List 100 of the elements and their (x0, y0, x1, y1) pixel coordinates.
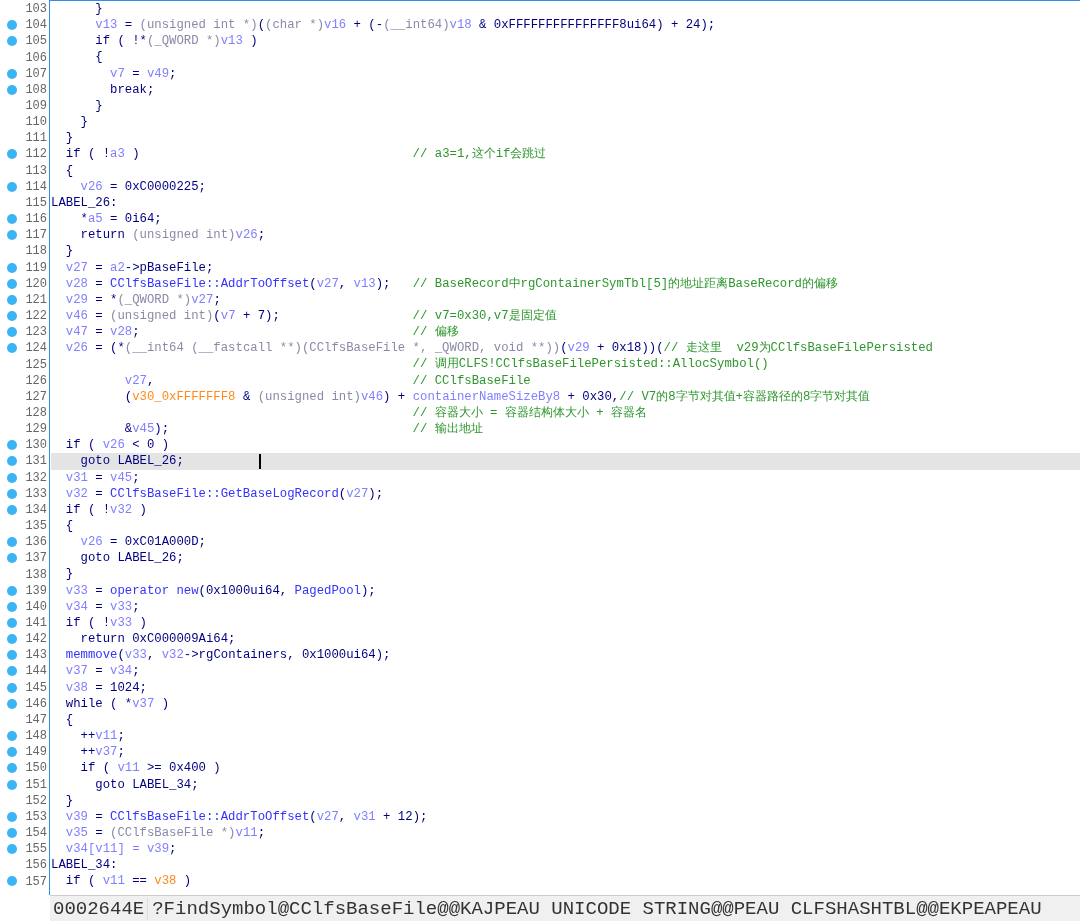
code-line[interactable]: v26 = (*(__int64 (__fastcall **)(CClfsBaseFile *, _QWORD, void **))(v29 + 0x18))(// 走这里 v29为CClfsBaseFilePersisted (51, 340, 1080, 357)
breakpoint-dot[interactable] (7, 440, 17, 451)
code-line[interactable]: return (unsigned int)v26; (51, 227, 1080, 244)
breakpoint-dot[interactable] (7, 763, 17, 774)
breakpoint-dot[interactable] (7, 504, 17, 515)
breakpoint-dot[interactable] (7, 230, 17, 241)
code-line[interactable]: &v45); // 输出地址 (51, 421, 1080, 438)
code-line[interactable]: v47 = v28; // 偏移 (51, 324, 1080, 341)
code-line[interactable]: { (51, 49, 1080, 66)
code-line[interactable]: v46 = (unsigned int)(v7 + 7); // v7=0x30,v7是固定值 (51, 307, 1080, 325)
code-line[interactable]: LABEL_26: (51, 194, 1080, 212)
breakpoint-dot[interactable] (7, 472, 17, 483)
line-number: 104 (25, 17, 47, 34)
code-line[interactable]: break; (51, 81, 1080, 98)
breakpoint-dot[interactable] (7, 779, 17, 790)
breakpoint-dot[interactable] (7, 149, 17, 160)
code-line[interactable]: (v30_0xFFFFFFF8 & (unsigned int)v46) + containerNameSizeBy8 + 0x30,// V7的8字节对其值+容器路径的8字节对其值 (51, 388, 1080, 405)
breakpoint-dot[interactable] (7, 68, 17, 79)
breakpoint-dot[interactable] (7, 310, 17, 321)
breakpoint-dot[interactable] (7, 634, 17, 645)
code-line[interactable]: if ( v26 < 0 ) (51, 437, 1080, 454)
breakpoint-dot[interactable] (7, 617, 17, 628)
code-line[interactable]: v34 = v33; (51, 598, 1080, 615)
code-line[interactable]: } (51, 566, 1080, 583)
breakpoint-dot[interactable] (7, 811, 17, 822)
code-line[interactable]: goto LABEL_34; (51, 776, 1080, 793)
code-line[interactable]: v7 = v49; (51, 65, 1080, 82)
line-number: 122 (25, 308, 47, 325)
code-line[interactable]: v28 = CClfsBaseFile::AddrToOffset(v27, v13); // BaseRecord中rgContainerSymTbl[5]的地址距离BaseRecord的偏移 (51, 275, 1080, 292)
line-number: 138 (25, 566, 47, 583)
code-line[interactable]: if ( v11 >= 0x400 ) (51, 760, 1080, 777)
code-line[interactable]: memmove(v33, v32->rgContainers, 0x1000ui64); (51, 647, 1080, 664)
breakpoint-dot[interactable] (7, 731, 17, 742)
code-line[interactable]: { (51, 711, 1080, 729)
breakpoint-dot[interactable] (7, 181, 17, 192)
code-line[interactable]: goto LABEL_26; (51, 550, 1080, 567)
code-line[interactable]: *a5 = 0i64; (51, 211, 1080, 228)
code-line[interactable]: v26 = 0xC0000225; (51, 178, 1080, 195)
breakpoint-dot[interactable] (7, 666, 17, 677)
code-line[interactable]: v27 = a2->pBaseFile; (51, 259, 1080, 276)
breakpoint-dot[interactable] (7, 456, 17, 467)
line-number: 135 (25, 518, 47, 535)
breakpoint-dot[interactable] (7, 876, 17, 887)
breakpoint-dot[interactable] (7, 20, 17, 31)
breakpoint-dot[interactable] (7, 343, 17, 354)
line-number: 154 (25, 825, 47, 842)
breakpoint-dot[interactable] (7, 747, 17, 758)
breakpoint-dot[interactable] (7, 214, 17, 225)
line-number: 121 (25, 291, 47, 308)
breakpoint-dot[interactable] (7, 601, 17, 612)
code-line[interactable]: v29 = *(_QWORD *)v27; (51, 291, 1080, 308)
code-line[interactable]: ++v37; (51, 744, 1080, 761)
code-line[interactable]: } (51, 130, 1080, 147)
code-line[interactable]: if ( !a3 ) // a3=1,这个if会跳过 (51, 146, 1080, 163)
code-line[interactable]: if ( !v32 ) (51, 501, 1080, 518)
breakpoint-dot[interactable] (7, 844, 17, 855)
code-line[interactable]: LABEL_34: (51, 857, 1080, 874)
code-line[interactable]: v31 = v45; (51, 469, 1080, 486)
code-line[interactable]: } (51, 792, 1080, 809)
breakpoint-dot[interactable] (7, 682, 17, 693)
code-line[interactable]: } (51, 1, 1080, 18)
code-line[interactable]: } (51, 114, 1080, 131)
breakpoint-dot[interactable] (7, 294, 17, 305)
code-line[interactable]: v13 = (unsigned int *)((char *)v16 + (-(__int64)v18 & 0xFFFFFFFFFFFFFFF8ui64) + 24); (51, 17, 1080, 34)
code-line[interactable]: v39 = CClfsBaseFile::AddrToOffset(v27, v31 + 12); (51, 808, 1080, 825)
line-number: 128 (25, 405, 47, 421)
code-line[interactable]: v35 = (CClfsBaseFile *)v11; (51, 824, 1080, 842)
line-number: 139 (25, 582, 47, 599)
breakpoint-dot[interactable] (7, 327, 17, 338)
code-line[interactable]: while ( *v37 ) (51, 695, 1080, 712)
code-line[interactable]: v26 = 0xC01A000D; (51, 534, 1080, 551)
code-line[interactable]: { (51, 518, 1080, 535)
breakpoint-dot[interactable] (7, 585, 17, 596)
code-line[interactable]: { (51, 162, 1080, 179)
code-line[interactable]: // 容器大小 = 容器结构体大小 + 容器名 (51, 404, 1080, 422)
breakpoint-dot[interactable] (7, 36, 17, 47)
breakpoint-dot[interactable] (7, 84, 17, 95)
code-line[interactable]: if ( !v33 ) (51, 614, 1080, 632)
code-line[interactable]: } (51, 97, 1080, 115)
code-line[interactable]: v27, // CClfsBaseFile (51, 372, 1080, 389)
breakpoint-dot[interactable] (7, 553, 17, 564)
code-line[interactable]: ++v11; (51, 728, 1080, 745)
breakpoint-dot[interactable] (7, 537, 17, 548)
code-line[interactable]: v32 = CClfsBaseFile::GetBaseLogRecord(v27); (51, 485, 1080, 502)
line-number: 155 (25, 841, 47, 858)
breakpoint-dot[interactable] (7, 488, 17, 499)
code-line[interactable]: v37 = v34; (51, 663, 1080, 680)
code-line[interactable]: // 调用CLFS!CClfsBaseFilePersisted::AllocSymbol() (51, 356, 1080, 373)
breakpoint-dot[interactable] (7, 698, 17, 709)
code-line[interactable]: } (51, 243, 1080, 260)
breakpoint-dot[interactable] (7, 650, 17, 661)
code-line[interactable]: return 0xC000009Ai64; (51, 631, 1080, 648)
code-line[interactable]: v34[v11] = v39; (51, 841, 1080, 858)
code-line[interactable]: if ( v11 == v38 ) (51, 873, 1080, 890)
breakpoint-dot[interactable] (7, 278, 17, 289)
code-line[interactable]: v33 = operator new(0x1000ui64, PagedPool); (51, 582, 1080, 599)
code-line[interactable]: v38 = 1024; (51, 679, 1080, 696)
breakpoint-dot[interactable] (7, 262, 17, 273)
code-line[interactable]: if ( !*(_QWORD *)v13 ) (51, 33, 1080, 50)
breakpoint-dot[interactable] (7, 827, 17, 838)
